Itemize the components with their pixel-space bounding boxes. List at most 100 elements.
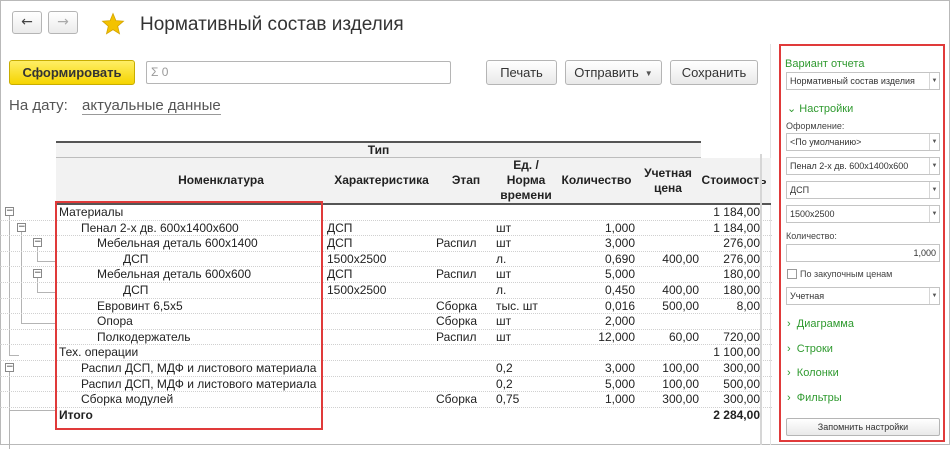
sum-field[interactable]: Σ 0 bbox=[146, 61, 451, 84]
save-button[interactable]: Сохранить bbox=[670, 60, 758, 85]
group-columns-label: Колонки bbox=[796, 367, 839, 379]
cell-cost: 720,00 bbox=[723, 329, 760, 344]
group-filters-label: Фильтры bbox=[796, 392, 842, 404]
cell-characteristic: ДСП bbox=[327, 267, 353, 282]
cell-cost: 300,00 bbox=[723, 360, 760, 375]
cell-price: 100,00 bbox=[662, 376, 699, 391]
date-label: На дату: bbox=[9, 97, 68, 114]
send-button[interactable]: Отправить ▼ bbox=[565, 60, 662, 85]
cell-unit: 0,75 bbox=[496, 392, 520, 407]
col-unit: Ед. / Норма времени bbox=[500, 158, 552, 202]
dropdown-icon: ▼ bbox=[929, 288, 939, 304]
product-select[interactable]: Пенал 2-х дв. 600х1400х600 ▼ bbox=[786, 157, 940, 175]
report-scrollbar[interactable] bbox=[760, 154, 762, 445]
product-value: Пенал 2-х дв. 600х1400х600 bbox=[790, 161, 909, 171]
cell-cost: 276,00 bbox=[723, 236, 760, 251]
cell-unit: л. bbox=[496, 282, 507, 297]
remember-settings-button[interactable]: Запомнить настройки bbox=[786, 418, 940, 436]
group-chart[interactable]: › Диаграмма bbox=[787, 318, 854, 330]
quantity-label: Количество: bbox=[786, 231, 837, 241]
col-quantity: Количество bbox=[561, 173, 632, 187]
print-button[interactable]: Печать bbox=[486, 60, 557, 85]
cell-quantity: 3,000 bbox=[604, 236, 635, 251]
group-filters[interactable]: › Фильтры bbox=[787, 392, 842, 404]
cell-unit: шт bbox=[496, 314, 512, 329]
caret-down-icon: ▼ bbox=[644, 69, 653, 78]
col-nomenclature: Номенклатура bbox=[178, 173, 264, 187]
cell-cost: 300,00 bbox=[723, 392, 760, 407]
cell-stage: Распил bbox=[436, 236, 477, 251]
cell-stage: Сборка bbox=[436, 298, 478, 313]
cell-cost: 1 184,00 bbox=[713, 220, 760, 235]
cell-cost: 1 100,00 bbox=[713, 345, 760, 360]
cell-quantity: 2,000 bbox=[604, 314, 635, 329]
col-cost: Стоимость bbox=[701, 173, 767, 187]
settings-group-label: Настройки bbox=[799, 103, 854, 115]
group-chart-label: Диаграмма bbox=[796, 318, 854, 330]
variant-select[interactable]: Нормативный состав изделия ▼ bbox=[786, 72, 940, 90]
cell-characteristic: 1500х2500 bbox=[327, 251, 387, 266]
forward-button[interactable]: → bbox=[48, 11, 78, 34]
dropdown-icon: ▼ bbox=[929, 73, 939, 89]
purchase-prices-checkbox[interactable] bbox=[787, 269, 797, 279]
cell-stage: Распил bbox=[436, 329, 477, 344]
cell-stage: Сборка bbox=[436, 314, 478, 329]
arrow-left-icon: ← bbox=[21, 14, 33, 30]
cell-stage: Сборка bbox=[436, 392, 478, 407]
report-variant-title: Вариант отчета bbox=[785, 58, 865, 70]
cell-characteristic: ДСП bbox=[327, 220, 353, 235]
variant-value: Нормативный состав изделия bbox=[790, 76, 915, 86]
cell-unit: шт bbox=[496, 236, 512, 251]
cell-quantity: 12,000 bbox=[598, 329, 635, 344]
dropdown-icon: ▼ bbox=[929, 206, 939, 222]
highlight-frame bbox=[55, 201, 323, 430]
cell-price: 500,00 bbox=[662, 298, 699, 313]
send-label: Отправить bbox=[574, 65, 639, 80]
date-link[interactable]: актуальные данные bbox=[82, 97, 221, 115]
column-headers: Номенклатура Характеристика Этап Ед. / Н… bbox=[56, 158, 771, 205]
cell-price: 60,00 bbox=[668, 329, 699, 344]
cell-unit: тыс. шт bbox=[496, 298, 538, 313]
group-columns[interactable]: › Колонки bbox=[787, 367, 839, 379]
size-select[interactable]: 1500х2500 ▼ bbox=[786, 205, 940, 223]
dropdown-icon: ▼ bbox=[929, 134, 939, 150]
quantity-input[interactable]: 1,000 bbox=[786, 244, 940, 262]
settings-group-toggle[interactable]: ⌄ Настройки bbox=[787, 102, 853, 115]
col-price: Учетная цена bbox=[644, 165, 692, 195]
favorite-star-icon[interactable] bbox=[101, 12, 125, 36]
cell-unit: шт bbox=[496, 220, 512, 235]
cell-unit: л. bbox=[496, 251, 507, 266]
type-header: Тип bbox=[56, 141, 701, 158]
size-value: 1500х2500 bbox=[790, 209, 835, 219]
design-value: <По умолчанию> bbox=[790, 137, 862, 147]
group-rows-label: Строки bbox=[796, 343, 833, 355]
generate-button[interactable]: Сформировать bbox=[9, 60, 135, 85]
cell-stage: Распил bbox=[436, 267, 477, 282]
cell-quantity: 0,690 bbox=[604, 251, 635, 266]
cell-quantity: 0,450 bbox=[604, 282, 635, 297]
total-cost: 2 284,00 bbox=[713, 407, 760, 422]
group-rows[interactable]: › Строки bbox=[787, 343, 833, 355]
cell-unit: шт bbox=[496, 267, 512, 282]
material-value: ДСП bbox=[790, 185, 810, 195]
back-button[interactable]: ← bbox=[12, 11, 42, 34]
cell-price: 400,00 bbox=[662, 251, 699, 266]
material-select[interactable]: ДСП ▼ bbox=[786, 181, 940, 199]
cell-quantity: 1,000 bbox=[604, 220, 635, 235]
cell-price: 400,00 bbox=[662, 282, 699, 297]
col-characteristic: Характеристика bbox=[334, 173, 429, 187]
arrow-right-icon: → bbox=[57, 14, 69, 30]
cell-quantity: 5,000 bbox=[604, 376, 635, 391]
cell-quantity: 1,000 bbox=[604, 392, 635, 407]
price-type-select[interactable]: Учетная ▼ bbox=[786, 287, 940, 305]
price-type-value: Учетная bbox=[790, 291, 825, 301]
cell-quantity: 5,000 bbox=[604, 267, 635, 282]
settings-panel: Вариант отчета Нормативный состав издели… bbox=[779, 44, 945, 442]
col-stage: Этап bbox=[451, 173, 481, 187]
cell-price: 300,00 bbox=[662, 392, 699, 407]
design-select[interactable]: <По умолчанию> ▼ bbox=[786, 133, 940, 151]
page-title: Нормативный состав изделия bbox=[140, 14, 404, 35]
cell-unit: шт bbox=[496, 329, 512, 344]
cell-cost: 180,00 bbox=[723, 282, 760, 297]
cell-unit: 0,2 bbox=[496, 360, 513, 375]
